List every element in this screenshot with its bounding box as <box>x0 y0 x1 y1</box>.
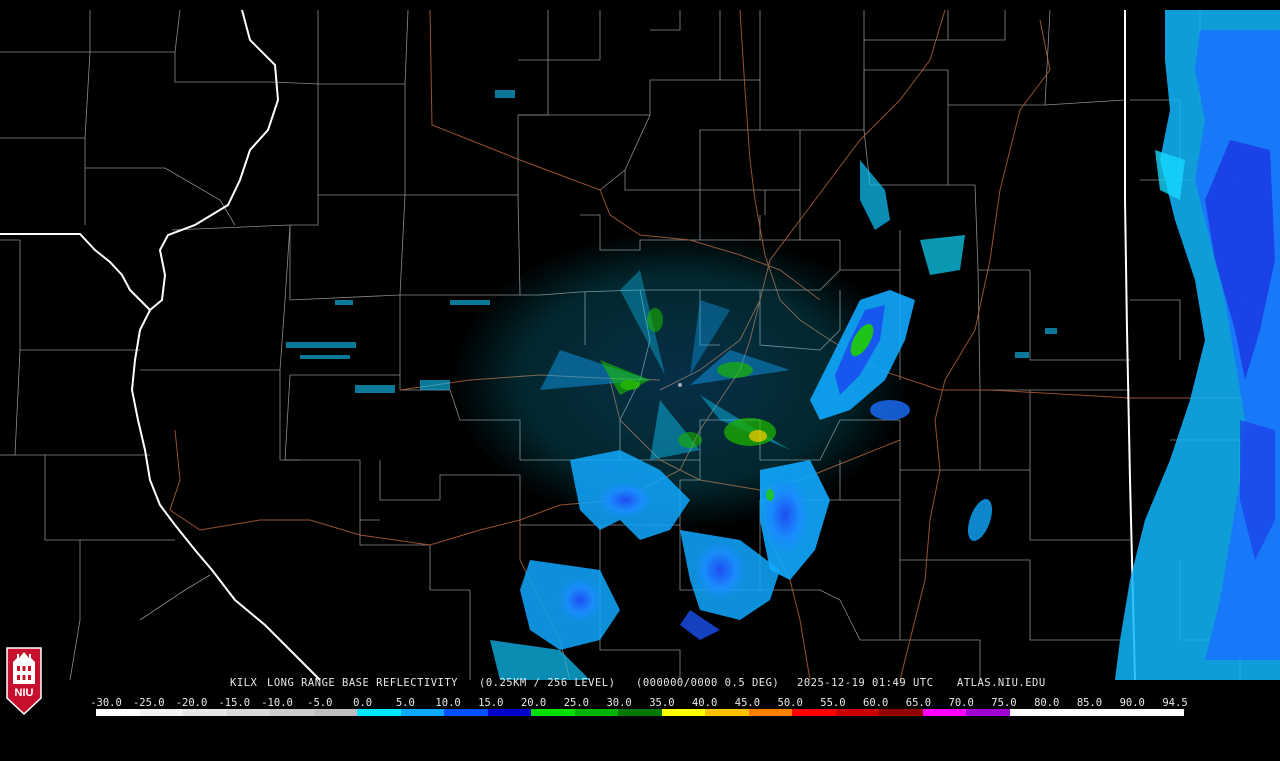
scale-label: 15.0 <box>478 697 504 709</box>
east-precip-band <box>1115 10 1280 680</box>
scale-label: 0.0 <box>353 697 373 709</box>
scale-label: 45.0 <box>734 697 761 709</box>
product-title: LONG RANGE BASE REFLECTIVITY <box>267 677 459 689</box>
scale-segment <box>400 709 445 716</box>
scale-segment <box>705 709 749 716</box>
scale-label: -10.0 <box>261 697 293 709</box>
radar-echoes <box>286 10 1280 680</box>
scale-segment <box>574 709 619 716</box>
scale-segment <box>1009 709 1054 716</box>
scale-label: 10.0 <box>435 697 461 709</box>
radar-site-marker <box>678 383 682 387</box>
color-scale-labels: -30.0 -25.0 -20.0 -15.0 -10.0 -5.0 0.0 5.0 10.0 1… <box>0 697 1280 709</box>
product-timestamp: 2025-12-19 01:49 UTC <box>797 677 934 689</box>
color-scale-bar <box>96 709 1184 716</box>
scale-label: 65.0 <box>905 697 932 709</box>
scale-segment <box>748 709 793 716</box>
scale-segment <box>792 709 836 716</box>
scale-label: 94.5 <box>1162 697 1188 709</box>
product-caption: KILX LONG RANGE BASE REFLECTIVITY (0.25K… <box>0 677 1280 693</box>
scale-segment <box>139 709 184 716</box>
scale-segment <box>531 709 575 716</box>
scale-segment <box>96 709 140 716</box>
scale-label: -5.0 <box>307 697 333 709</box>
scale-label: 60.0 <box>863 697 889 709</box>
scale-segment <box>966 709 1010 716</box>
scale-segment <box>1053 709 1097 716</box>
scale-label: 30.0 <box>606 697 632 709</box>
scale-label: 85.0 <box>1076 697 1103 709</box>
scale-label: -15.0 <box>218 697 251 709</box>
scale-segment <box>879 709 923 716</box>
scale-label: -25.0 <box>132 697 165 709</box>
scale-label: 35.0 <box>649 697 675 709</box>
scale-segment <box>1140 709 1184 716</box>
scale-label: -30.0 <box>90 697 122 709</box>
scale-label: 55.0 <box>820 697 846 709</box>
scale-segment <box>835 709 880 716</box>
scale-segment <box>922 709 967 716</box>
product-volume: (000000/0000 0.5 DEG) <box>636 677 780 689</box>
scale-label: 20.0 <box>520 697 547 709</box>
scale-label: 70.0 <box>948 697 974 709</box>
scale-segment <box>661 709 706 716</box>
scale-segment <box>226 709 271 716</box>
scale-label: 75.0 <box>991 697 1017 709</box>
scale-label: 50.0 <box>777 697 803 709</box>
scale-label: -20.0 <box>175 697 208 709</box>
scale-segment <box>1096 709 1141 716</box>
scale-segment <box>313 709 358 716</box>
scale-label: 40.0 <box>691 697 718 709</box>
station-id: KILX <box>230 677 258 689</box>
scale-segment <box>357 709 401 716</box>
scale-label: 25.0 <box>563 697 590 709</box>
radar-map <box>0 9 1280 681</box>
scale-segment <box>270 709 314 716</box>
scale-label: 5.0 <box>395 697 415 709</box>
scale-segment <box>183 709 227 716</box>
scale-segment <box>487 709 532 716</box>
scale-label: 80.0 <box>1034 697 1060 709</box>
product-source: ATLAS.NIU.EDU <box>957 677 1046 689</box>
scale-segment <box>618 709 662 716</box>
scale-label: 90.0 <box>1119 697 1145 709</box>
scale-segment <box>444 709 488 716</box>
product-resolution: (0.25KM / 256 LEVEL) <box>479 677 616 689</box>
